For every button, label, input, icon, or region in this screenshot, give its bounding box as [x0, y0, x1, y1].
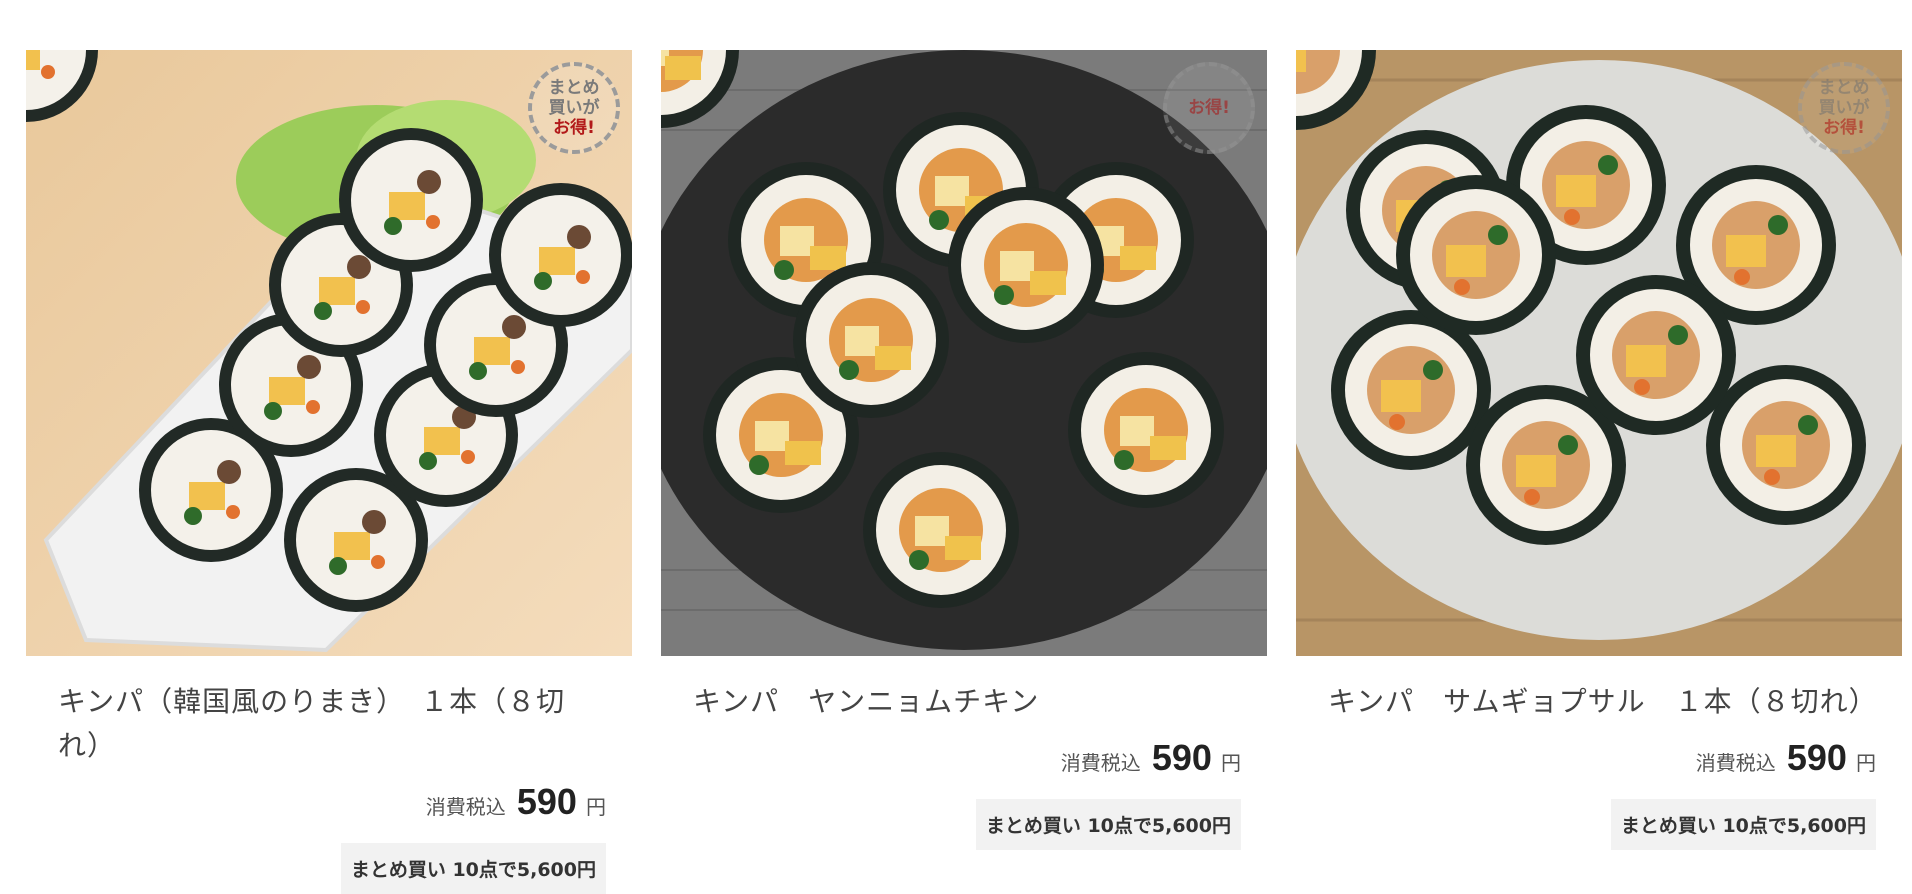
product-card[interactable]: お得! キンパ ヤンニョムチキン 消費税込 590 円 まとめ買い 10点で5,… [661, 50, 1267, 894]
price-value: 590 [1151, 737, 1212, 778]
price-row: 消費税込 590 円 [693, 738, 1241, 785]
product-image[interactable]: まとめ 買いが お得! [1296, 50, 1902, 656]
currency-label: 円 [1856, 751, 1876, 775]
product-image[interactable]: まとめ 買いが お得! [26, 50, 632, 656]
badge-line2: 買いが [548, 98, 600, 118]
tax-label: 消費税込 [425, 795, 506, 819]
price-row: 消費税込 590 円 [58, 782, 606, 829]
product-name[interactable]: キンパ ヤンニョムチキン [693, 680, 1241, 724]
badge-line1: まとめ [1818, 78, 1870, 98]
product-card[interactable]: まとめ 買いが お得! キンパ（韓国風のりまき） １本（８切れ） 消費税込 59… [26, 50, 632, 894]
badge-line1: まとめ [548, 78, 600, 98]
bulk-discount-badge: まとめ 買いが お得! [1798, 62, 1890, 154]
price-value: 590 [516, 781, 577, 822]
currency-label: 円 [1221, 751, 1241, 775]
currency-label: 円 [586, 795, 606, 819]
product-grid: まとめ 買いが お得! キンパ（韓国風のりまき） １本（８切れ） 消費税込 59… [26, 50, 1902, 894]
product-name[interactable]: キンパ（韓国風のりまき） １本（８切れ） [58, 680, 606, 768]
bulk-offer-label: まとめ買い 10点で5,600円 [1610, 799, 1876, 850]
bulk-offer-label: まとめ買い 10点で5,600円 [975, 799, 1241, 850]
bulk-discount-badge: お得! [1163, 62, 1255, 154]
tax-label: 消費税込 [1695, 751, 1776, 775]
badge-line3: お得! [1188, 98, 1230, 118]
product-card[interactable]: まとめ 買いが お得! キンパ サムギョプサル １本（８切れ） 消費税込 590… [1296, 50, 1902, 894]
price-value: 590 [1786, 737, 1847, 778]
badge-line2: 買いが [1818, 98, 1870, 118]
price-row: 消費税込 590 円 [1328, 738, 1876, 785]
product-name[interactable]: キンパ サムギョプサル １本（８切れ） [1328, 680, 1877, 724]
badge-line3: お得! [553, 118, 595, 138]
bulk-discount-badge: まとめ 買いが お得! [528, 62, 620, 154]
bulk-offer-label: まとめ買い 10点で5,600円 [340, 843, 606, 894]
badge-line3: お得! [1823, 118, 1865, 138]
tax-label: 消費税込 [1060, 751, 1141, 775]
product-image[interactable]: お得! [661, 50, 1267, 656]
